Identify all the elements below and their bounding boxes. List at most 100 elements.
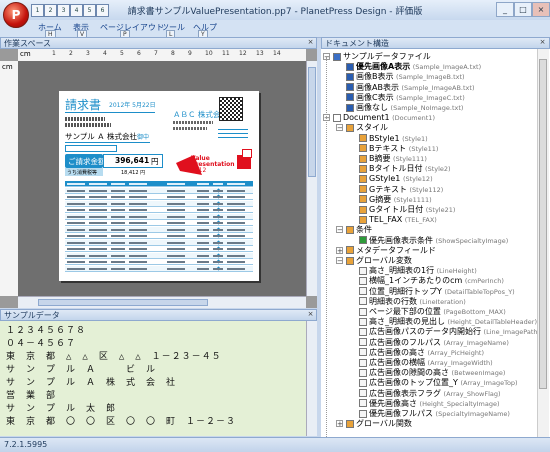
detail-table-cell bbox=[197, 183, 209, 185]
tree-node[interactable]: グローバル関数 bbox=[346, 418, 412, 429]
detail-table-cell bbox=[227, 209, 245, 211]
tree-node-label: 高さ_明細表の見出し bbox=[369, 317, 445, 327]
detail-table-cell bbox=[111, 222, 125, 224]
tree-node-identifier: (Style12) bbox=[402, 175, 433, 184]
tree-node-label: 明細表の行数 bbox=[369, 296, 417, 306]
variable-icon bbox=[359, 276, 367, 285]
document-icon bbox=[333, 113, 341, 122]
sample-line-4: サ ン プ ル Ａ ビ ル bbox=[6, 365, 157, 375]
sample-line-8: 東 京 都 〇 〇 区 〇 〇 町 １－２－３ bbox=[6, 417, 237, 427]
tree-node-label: 広告画像表示フラグ bbox=[369, 388, 441, 398]
sample-data-close-icon[interactable]: × bbox=[306, 310, 315, 319]
detail-table-cell bbox=[213, 215, 223, 218]
detail-table-cell bbox=[227, 248, 245, 250]
tree-node-identifier: (Style21) bbox=[425, 206, 456, 214]
tree-expander-icon[interactable]: − bbox=[336, 124, 343, 132]
detail-table-cell bbox=[89, 196, 107, 198]
document-structure-tree[interactable]: − サンプルデータファイル 優先画像A表示 (Sample_ImageA.txt)… bbox=[321, 49, 550, 437]
tree-node-identifier: (Document1) bbox=[392, 114, 435, 123]
detail-table-cell bbox=[227, 222, 245, 224]
detail-table-cell bbox=[227, 189, 245, 192]
style-icon bbox=[359, 195, 367, 204]
detail-table-row bbox=[65, 194, 253, 200]
detail-table-cell bbox=[167, 215, 185, 218]
tree-expander-icon[interactable]: − bbox=[336, 257, 343, 265]
sample-data-panel[interactable]: １２３４５６７８ ０４－４５６７ 東 京 都 △ △ 区 △ △ １－２３－４５… bbox=[0, 321, 317, 436]
address-block bbox=[65, 117, 105, 121]
detail-table-row bbox=[65, 207, 253, 213]
detail-table-row bbox=[65, 265, 253, 272]
ruler-mark: 2 bbox=[69, 50, 73, 57]
datafile-icon bbox=[346, 93, 354, 102]
page-canvas[interactable]: 請求書 2012年 5月22日 サンプル Ａ 株式会社 御中 ＡＢＣ 株式会社 … bbox=[18, 61, 306, 296]
detail-table-row bbox=[65, 233, 253, 239]
detail-table-cell bbox=[67, 209, 85, 211]
detail-table-cell bbox=[227, 228, 245, 231]
vscroll-thumb[interactable] bbox=[308, 67, 316, 177]
detail-table-cell bbox=[67, 267, 85, 270]
total-value: 396,641 bbox=[115, 156, 150, 165]
detail-table-cell bbox=[167, 183, 185, 185]
detail-table-cell bbox=[67, 248, 85, 250]
ruler-mark: 1 bbox=[52, 50, 56, 57]
tree-node-label: Gテキスト bbox=[369, 184, 407, 194]
detail-table-cell bbox=[167, 202, 185, 205]
variable-icon bbox=[359, 409, 367, 418]
detail-table-cell bbox=[213, 241, 223, 244]
tree-node-identifier: (Sample_NoImage.txt) bbox=[390, 104, 464, 112]
detail-table-cell bbox=[167, 254, 185, 257]
detail-table-cell bbox=[129, 261, 147, 263]
invoice-page[interactable]: 請求書 2012年 5月22日 サンプル Ａ 株式会社 御中 ＡＢＣ 株式会社 … bbox=[59, 91, 259, 281]
workspace-vertical-scrollbar[interactable] bbox=[306, 61, 317, 296]
tree-expander-icon[interactable]: + bbox=[336, 246, 343, 254]
detail-table-cell bbox=[213, 267, 223, 270]
brand-small-square-icon bbox=[242, 149, 252, 158]
ruler-mark: 4 bbox=[103, 50, 107, 57]
tree-node-label: GStyle1 bbox=[369, 174, 401, 184]
tree-node-label: 広告画像の隙間の高さ bbox=[369, 368, 449, 378]
minimize-button[interactable]: _ bbox=[496, 2, 514, 17]
document-structure-close-icon[interactable]: × bbox=[538, 38, 547, 47]
tree-node-identifier: (Style111) bbox=[393, 155, 427, 163]
tel-fax-block bbox=[218, 129, 248, 141]
tree-vertical-scrollbar[interactable] bbox=[537, 49, 549, 437]
window-title: 請求書サンプルValuePresentation.pp7 - PlanetPre… bbox=[127, 7, 423, 17]
tree-expander-icon[interactable]: − bbox=[336, 226, 343, 234]
hscroll-thumb[interactable] bbox=[38, 299, 208, 306]
tree-scroll-thumb[interactable] bbox=[539, 59, 547, 389]
detail-table-cell bbox=[89, 189, 107, 192]
detail-table-cell bbox=[89, 202, 107, 205]
detail-table-cell bbox=[227, 235, 245, 237]
tree-node-label: グローバル変数 bbox=[356, 256, 412, 265]
detail-table-cell bbox=[227, 267, 245, 270]
application-menu-button[interactable]: P bbox=[3, 2, 29, 28]
detail-table-cell bbox=[167, 241, 185, 244]
detail-table-cell bbox=[111, 183, 125, 185]
workspace-horizontal-scrollbar[interactable] bbox=[18, 296, 306, 308]
tab-page-layout[interactable]: ページレイアウト bbox=[100, 22, 164, 33]
variable-icon bbox=[359, 317, 367, 326]
detail-table-cell bbox=[111, 228, 125, 231]
variable-icon bbox=[359, 348, 367, 357]
detail-table-cell bbox=[89, 254, 107, 257]
payment-info bbox=[65, 145, 117, 152]
tree-expander-icon[interactable]: + bbox=[336, 420, 343, 428]
honorific: 御中 bbox=[137, 134, 150, 141]
detail-table-cell bbox=[197, 261, 209, 263]
tree-node-identifier: (BetweenImage) bbox=[451, 369, 506, 378]
tree-node-label: 画像B表示 bbox=[356, 72, 394, 82]
detail-table-cell bbox=[167, 209, 185, 211]
tree-node-label: サンプルデータファイル bbox=[343, 52, 431, 61]
detail-table-cell bbox=[213, 222, 223, 224]
datafile-icon bbox=[346, 83, 354, 92]
sample-line-3: 東 京 都 △ △ 区 △ △ １－２３－４５ bbox=[6, 352, 222, 362]
detail-table-row bbox=[65, 239, 253, 246]
close-button[interactable]: × bbox=[532, 2, 550, 17]
style-icon bbox=[359, 174, 367, 183]
sample-data-scrollbar[interactable] bbox=[306, 321, 317, 436]
tree-node-label: 画像C表示 bbox=[356, 92, 394, 102]
maximize-button[interactable]: □ bbox=[514, 2, 532, 17]
workspace-close-icon[interactable]: × bbox=[306, 38, 315, 47]
variable-icon bbox=[359, 266, 367, 275]
tree-node-label: BStyle1 bbox=[369, 133, 400, 143]
